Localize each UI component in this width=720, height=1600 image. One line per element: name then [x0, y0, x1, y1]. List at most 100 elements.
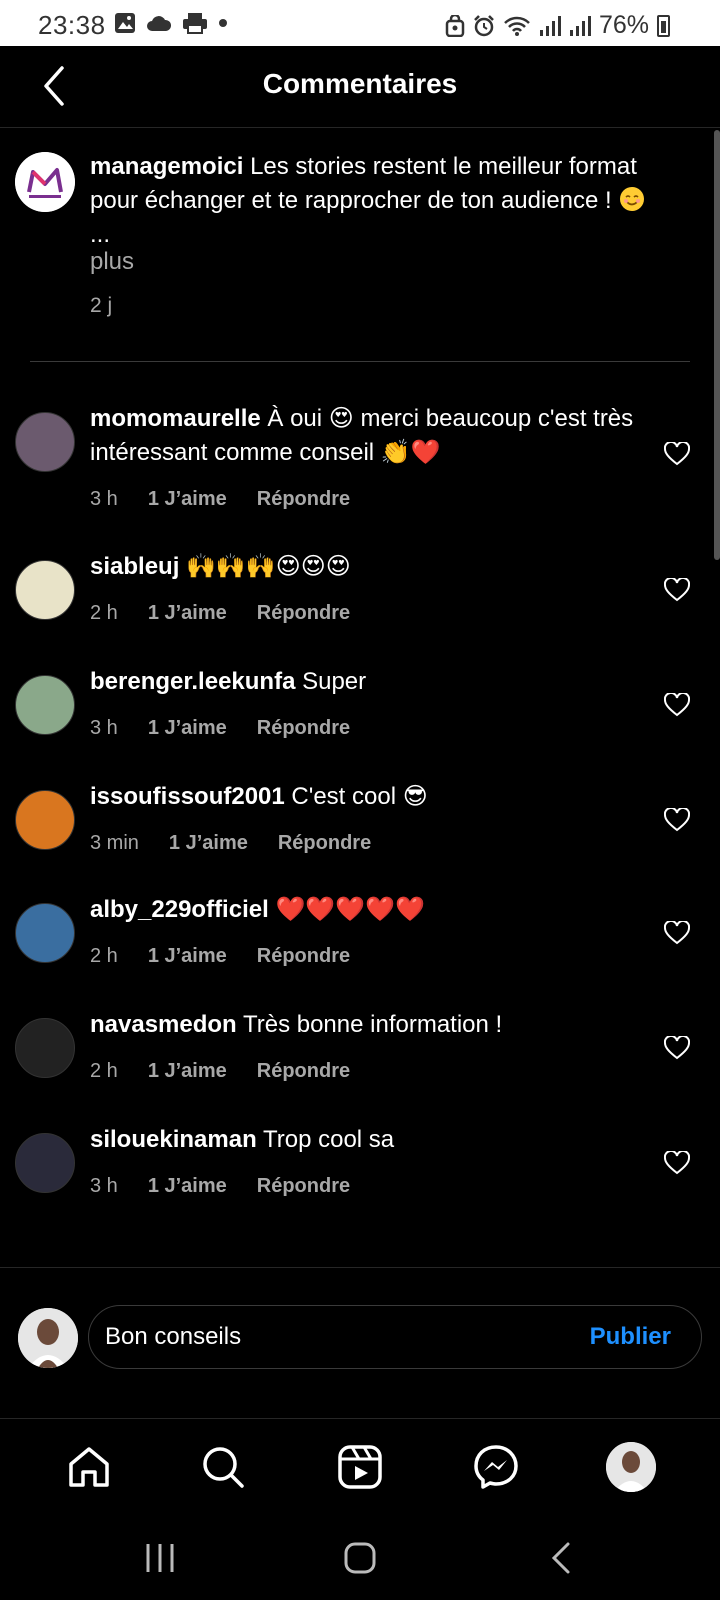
wifi-icon — [504, 16, 530, 36]
comment-meta: 2 h 1 J’aime Répondre — [90, 945, 350, 968]
comment-body: alby_229officiel ❤️❤️❤️❤️❤️ — [90, 893, 650, 927]
system-back-icon[interactable] — [542, 1540, 582, 1576]
reply-button[interactable]: Répondre — [257, 945, 350, 968]
signal-icon-2 — [569, 15, 591, 36]
like-count-button[interactable]: 1 J’aime — [148, 945, 227, 968]
avatar[interactable] — [15, 152, 75, 212]
avatar[interactable] — [15, 412, 75, 472]
avatar[interactable] — [15, 1018, 75, 1078]
comment-text: Super — [302, 668, 367, 695]
heart-icon[interactable] — [664, 1036, 690, 1060]
comment-meta: 2 h 1 J’aime Répondre — [90, 602, 350, 625]
reels-icon[interactable] — [335, 1442, 385, 1492]
comment-age: 2 h — [90, 602, 118, 624]
page-title: Commentaires — [262, 68, 458, 99]
comment-body: momomaurelle À oui 😍 merci beaucoup c'es… — [90, 402, 650, 470]
status-notification-icons — [114, 12, 228, 34]
gallery-icon — [115, 13, 135, 33]
lock-bag-icon — [445, 14, 465, 37]
comment-item: siableuj 🙌🙌🙌😍😍😍 2 h 1 J’aime Répondre — [0, 550, 720, 660]
composer-divider — [0, 1267, 720, 1268]
comment-age: 3 min — [90, 832, 139, 854]
comment-meta: 3 h 1 J’aime Répondre — [90, 488, 350, 511]
header: Commentaires — [0, 46, 720, 128]
heart-icon[interactable] — [664, 578, 690, 602]
messenger-icon[interactable] — [471, 1442, 521, 1492]
comment-username[interactable]: issoufissouf2001 — [90, 783, 285, 810]
caption-ellipsis: ... — [90, 221, 111, 248]
heart-icon[interactable] — [664, 1151, 690, 1175]
comment-username[interactable]: navasmedon — [90, 1011, 237, 1038]
alarm-icon — [474, 14, 494, 36]
comment-meta: 3 h 1 J’aime Répondre — [90, 717, 350, 740]
current-user-avatar[interactable] — [18, 1308, 78, 1368]
comment-age: 3 h — [90, 717, 118, 739]
comment-text: C'est cool 😎 — [291, 783, 428, 810]
comment-age: 3 h — [90, 1175, 118, 1197]
like-count-button[interactable]: 1 J’aime — [148, 602, 227, 625]
comment-username[interactable]: alby_229officiel — [90, 896, 269, 923]
heart-icon[interactable] — [664, 693, 690, 717]
more-link[interactable]: plus — [90, 248, 134, 276]
reply-button[interactable]: Répondre — [257, 488, 350, 511]
comment-username[interactable]: siableuj — [90, 553, 179, 580]
home-button-icon[interactable] — [340, 1540, 380, 1576]
comment-text: ❤️❤️❤️❤️❤️ — [275, 896, 425, 923]
publish-button[interactable]: Publier — [590, 1323, 671, 1351]
caption-username[interactable]: managemoici — [90, 153, 243, 180]
like-count-button[interactable]: 1 J’aime — [148, 1060, 227, 1083]
comment-meta: 3 h 1 J’aime Répondre — [90, 1175, 350, 1198]
like-count-button[interactable]: 1 J’aime — [148, 488, 227, 511]
avatar[interactable] — [15, 675, 75, 735]
cloud-icon — [147, 16, 172, 31]
reply-button[interactable]: Répondre — [257, 602, 350, 625]
search-icon[interactable] — [198, 1442, 248, 1492]
battery-icon — [657, 14, 670, 37]
comment-item: berenger.leekunfa Super 3 h 1 J’aime Répond… — [0, 665, 720, 775]
status-system-icons: 76% — [445, 11, 670, 40]
avatar[interactable] — [15, 560, 75, 620]
comment-meta: 3 min 1 J’aime Répondre — [90, 832, 371, 855]
comment-text: 🙌🙌🙌😍😍😍 — [186, 553, 351, 580]
comment-body: berenger.leekunfa Super — [90, 665, 650, 699]
caption-age: 2 j — [90, 294, 113, 317]
nav-divider — [0, 1418, 720, 1419]
profile-avatar[interactable] — [606, 1442, 656, 1492]
comment-meta: 2 h 1 J’aime Répondre — [90, 1060, 350, 1083]
comment-age: 2 h — [90, 1060, 118, 1082]
comment-username[interactable]: berenger.leekunfa — [90, 668, 295, 695]
avatar[interactable] — [15, 1133, 75, 1193]
reply-button[interactable]: Répondre — [257, 1060, 350, 1083]
recent-apps-icon[interactable] — [140, 1540, 180, 1576]
reply-button[interactable]: Répondre — [278, 832, 371, 855]
comment-username[interactable]: silouekinaman — [90, 1126, 257, 1153]
like-count-button[interactable]: 1 J’aime — [169, 832, 248, 855]
reply-button[interactable]: Répondre — [257, 717, 350, 740]
comment-input-field[interactable]: Publier — [88, 1305, 702, 1369]
comment-body: navasmedon Très bonne information ! — [90, 1008, 650, 1042]
comment-username[interactable]: momomaurelle — [90, 405, 261, 432]
like-count-button[interactable]: 1 J’aime — [148, 1175, 227, 1198]
comment-item: navasmedon Très bonne information ! 2 h 1 … — [0, 1008, 720, 1118]
avatar[interactable] — [15, 903, 75, 963]
comment-text: Trop cool sa — [262, 1126, 395, 1153]
comment-age: 3 h — [90, 488, 118, 510]
heart-icon[interactable] — [664, 808, 690, 832]
comment-item: issoufissouf2001 C'est cool 😎 3 min 1 J’ai… — [0, 780, 720, 890]
comment-item: momomaurelle À oui 😍 merci beaucoup c'es… — [0, 402, 720, 512]
reply-button[interactable]: Répondre — [257, 1175, 350, 1198]
dot-icon — [219, 19, 227, 27]
home-icon[interactable] — [64, 1442, 114, 1492]
print-icon — [183, 13, 207, 34]
comment-input[interactable] — [105, 1318, 545, 1356]
avatar[interactable] — [15, 790, 75, 850]
status-time: 23:38 — [38, 10, 106, 40]
comment-item: alby_229officiel ❤️❤️❤️❤️❤️ 2 h 1 J’aime Ré… — [0, 893, 720, 1003]
heart-icon[interactable] — [664, 442, 690, 466]
status-bar: 23:38 76% — [0, 0, 720, 46]
comment-item: silouekinaman Trop cool sa 3 h 1 J’aime Rép… — [0, 1123, 720, 1233]
caption-text: managemoici Les stories restent le meill… — [90, 150, 690, 252]
heart-icon[interactable] — [664, 921, 690, 945]
comment-body: issoufissouf2001 C'est cool 😎 — [90, 780, 650, 814]
like-count-button[interactable]: 1 J’aime — [148, 717, 227, 740]
